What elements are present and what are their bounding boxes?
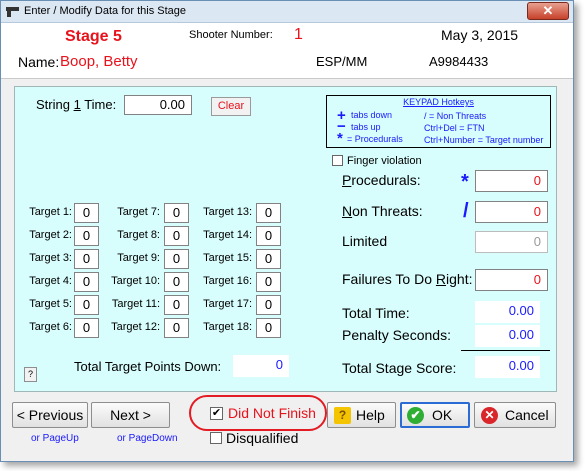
stage-header: Stage 5 Shooter Number: 1 May 3, 2015 Na…	[1, 23, 573, 79]
target-input[interactable]: 0	[74, 226, 99, 246]
target-label: Target 2:	[29, 229, 72, 241]
target-label: Target 5:	[29, 298, 72, 310]
target-input[interactable]: 0	[256, 249, 281, 269]
score-divider	[461, 350, 550, 351]
target-label: Target 11:	[111, 298, 160, 310]
target-input[interactable]: 0	[74, 249, 99, 269]
target-label: Target 6:	[29, 321, 72, 333]
clear-button[interactable]: Clear	[211, 97, 251, 116]
target-label: Target 18:	[203, 321, 252, 333]
cancel-button[interactable]: ✕ Cancel	[474, 402, 556, 428]
target-input[interactable]: 0	[256, 226, 281, 246]
shooter-name: Boop, Betty	[60, 53, 138, 70]
target-label: Target 15:	[203, 252, 252, 264]
non-threats-hotkey-icon: /	[463, 200, 469, 222]
cancel-label: Cancel	[505, 407, 549, 423]
total-points-down-label: Total Target Points Down:	[74, 359, 222, 374]
target-label: Target 4:	[29, 275, 72, 287]
target-label: Target 1:	[29, 206, 72, 218]
disqualified-checkbox[interactable]	[210, 432, 222, 444]
target-label: Target 3:	[29, 252, 72, 264]
target-input[interactable]: 0	[256, 295, 281, 315]
total-time-value: 0.00	[475, 301, 540, 323]
target-input[interactable]: 0	[74, 318, 99, 338]
target-input[interactable]: 0	[256, 203, 281, 223]
target-input[interactable]: 0	[164, 203, 189, 223]
target-input[interactable]: 0	[164, 226, 189, 246]
target-label: Target 10:	[111, 275, 160, 287]
failures-to-do-right-label: Failures To Do Right:	[342, 271, 473, 287]
ok-label: OK	[432, 407, 453, 423]
finger-violation-checkbox[interactable]	[332, 155, 343, 166]
member-id: A9984433	[429, 54, 489, 69]
target-input[interactable]: 0	[164, 295, 189, 315]
target-label: Target 9:	[117, 252, 160, 264]
target-label: Target 12:	[111, 321, 160, 333]
target-input[interactable]: 0	[164, 272, 189, 292]
target-input[interactable]: 0	[74, 272, 99, 292]
keypad-title: KEYPAD Hotkeys	[403, 97, 474, 107]
penalty-seconds-value: 0.00	[475, 325, 540, 347]
hotkey-procedurals: = Procedurals	[347, 134, 403, 144]
close-window-button[interactable]: ✕	[527, 2, 569, 20]
stage-label: Stage 5	[65, 28, 122, 45]
previous-button[interactable]: < Previous	[12, 402, 88, 428]
shooter-number: 1	[294, 26, 303, 43]
penalty-seconds-label: Penalty Seconds:	[342, 327, 451, 343]
total-stage-score-value: 0.00	[475, 356, 540, 378]
failures-to-do-right-input[interactable]: 0	[475, 269, 548, 291]
target-input[interactable]: 0	[164, 318, 189, 338]
hotkey-tabs-down: tabs down	[351, 110, 393, 120]
did-not-finish-highlight	[189, 395, 327, 431]
string-time-input[interactable]: 0.00	[124, 95, 192, 115]
limited-label: Limited	[342, 233, 388, 249]
target-label: Target 8:	[117, 229, 160, 241]
target-label: Target 13:	[203, 206, 252, 218]
target-label: Target 7:	[117, 206, 160, 218]
target-input[interactable]: 0	[164, 249, 189, 269]
division-class: ESP/MM	[316, 54, 368, 69]
keypad-hotkeys-legend: KEYPAD Hotkeys + tabs down − tabs up * =…	[326, 95, 551, 148]
target-input[interactable]: 0	[74, 203, 99, 223]
target-label: Target 16:	[203, 275, 252, 287]
pistol-icon	[6, 7, 19, 17]
limited-input: 0	[475, 231, 548, 253]
hotkey-non-threats: / = Non Threats	[424, 111, 487, 121]
target-input[interactable]: 0	[74, 295, 99, 315]
previous-hint: or PageUp	[31, 433, 79, 444]
help-icon: ?	[334, 407, 351, 424]
target-label: Target 17:	[203, 298, 252, 310]
procedurals-input[interactable]: 0	[475, 170, 548, 192]
help-small-button[interactable]: ?	[24, 367, 37, 382]
string-time-label: String 1 Time:	[36, 97, 117, 112]
stage-date: May 3, 2015	[441, 27, 519, 43]
non-threats-input[interactable]: 0	[475, 201, 548, 223]
ok-button[interactable]: ✔ OK	[400, 402, 470, 428]
target-label: Target 14:	[203, 229, 252, 241]
name-label: Name:	[18, 54, 60, 70]
hotkey-target-number: Ctrl+Number = Target number	[424, 135, 544, 145]
window-title: Enter / Modify Data for this Stage	[24, 5, 187, 17]
total-time-label: Total Time:	[342, 305, 410, 321]
hotkey-tabs-up: tabs up	[351, 122, 381, 132]
procedurals-label: Procedurals:	[342, 172, 421, 188]
next-hint: or PageDown	[117, 433, 178, 444]
total-points-down-value: 0	[233, 355, 289, 377]
total-stage-score-label: Total Stage Score:	[342, 360, 457, 376]
target-input[interactable]: 0	[256, 318, 281, 338]
non-threats-label: Non Threats:	[342, 203, 423, 219]
disqualified-label: Disqualified	[226, 430, 299, 446]
finger-violation-label: Finger violation	[347, 155, 422, 167]
title-bar: Enter / Modify Data for this Stage ✕	[1, 1, 573, 23]
cancel-x-icon: ✕	[481, 407, 498, 424]
target-input[interactable]: 0	[256, 272, 281, 292]
help-button[interactable]: ? Help	[327, 402, 396, 428]
asterisk-icon: *	[337, 130, 343, 147]
hotkey-ftn: Ctrl+Del = FTN	[424, 123, 485, 133]
next-button[interactable]: Next >	[91, 402, 170, 428]
procedurals-hotkey-icon: *	[461, 171, 469, 193]
checkmark-icon: ✔	[407, 407, 424, 424]
help-label: Help	[356, 407, 385, 423]
shooter-number-label: Shooter Number:	[189, 29, 273, 41]
